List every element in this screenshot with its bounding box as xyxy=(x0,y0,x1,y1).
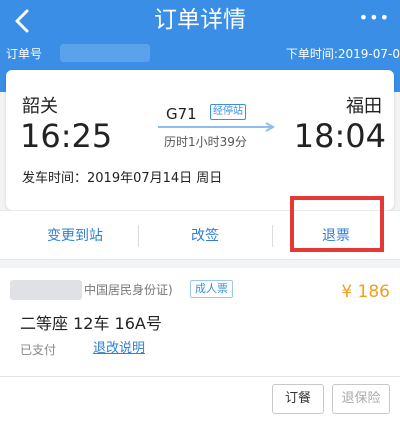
passenger-card: 中国居民身份证) 成人票 ¥ 186 二等座 12车 16A号 已支付 退改说明 xyxy=(0,268,400,376)
train-number: G71 xyxy=(166,105,197,123)
refund-rules-link[interactable]: 退改说明 xyxy=(93,341,145,357)
ticket-price: ¥ 186 xyxy=(341,282,390,302)
direction-arrow-icon xyxy=(158,122,276,132)
trip-duration: 历时1小时39分 xyxy=(164,135,247,149)
departure-date: 发车时间：2019年07月14日 周日 xyxy=(22,171,223,186)
id-type: 中国居民身份证) xyxy=(84,283,173,297)
refund-insurance-button[interactable]: 退保险 xyxy=(332,384,390,414)
order-meal-button[interactable]: 订餐 xyxy=(272,384,324,414)
arrival-time: 18:04 xyxy=(293,117,386,155)
bottom-action-bar: 订餐 退保险 xyxy=(0,376,400,421)
trip-card: 韶关 16:25 G71 经停站 历时1小时39分 福田 18:04 发车时间：… xyxy=(6,70,394,210)
page-title: 订单详情 xyxy=(154,7,246,33)
divider xyxy=(138,225,139,247)
ticket-type-badge: 成人票 xyxy=(190,280,233,298)
order-number-redacted xyxy=(60,44,150,62)
payment-status: 已支付 xyxy=(20,343,57,357)
departure-station: 韶关 xyxy=(22,96,58,117)
divider xyxy=(272,225,273,247)
more-icon[interactable]: ••• xyxy=(359,10,390,26)
stops-button[interactable]: 经停站 xyxy=(210,104,246,120)
departure-time: 16:25 xyxy=(20,117,113,155)
reschedule-button[interactable]: 改签 xyxy=(150,211,260,261)
refund-highlight-box xyxy=(290,196,384,252)
order-time: 下单时间:2019-07-0 xyxy=(285,47,400,61)
arrival-station: 福田 xyxy=(346,96,382,117)
passenger-name-redacted xyxy=(10,280,82,300)
change-destination-button[interactable]: 变更到站 xyxy=(20,211,130,261)
order-number-label: 订单号 xyxy=(6,47,43,61)
seat-info: 二等座 12车 16A号 xyxy=(20,314,162,333)
